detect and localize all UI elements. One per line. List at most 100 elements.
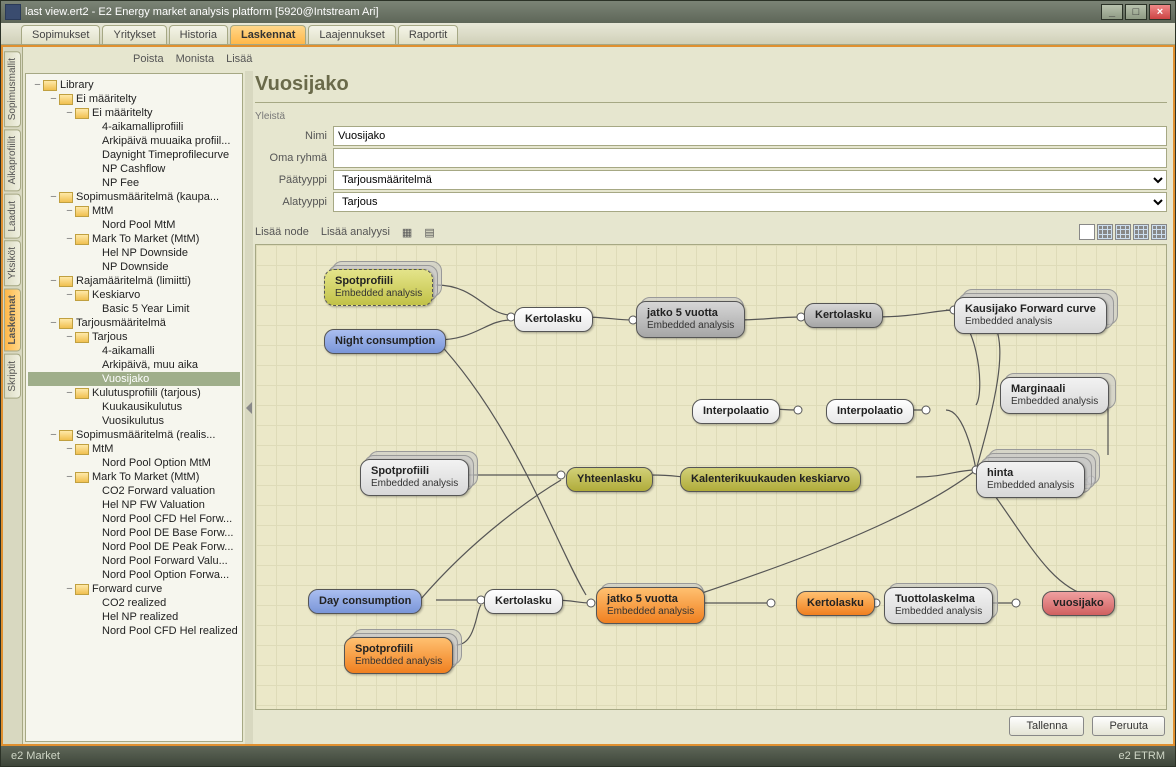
minimize-button[interactable]: _ (1101, 4, 1123, 20)
cancel-button[interactable]: Peruuta (1092, 716, 1165, 736)
close-button[interactable]: × (1149, 4, 1171, 20)
tree-item[interactable]: −Mark To Market (MtM) (28, 470, 240, 484)
node-kertolasku-4[interactable]: Kertolasku (796, 591, 875, 616)
tab-sopimukset[interactable]: Sopimukset (21, 25, 100, 44)
sidetab-sopimusmallit[interactable]: Sopimusmallit (4, 51, 21, 127)
nimi-input[interactable] (333, 126, 1167, 146)
diagram-canvas[interactable]: SpotprofiiliEmbedded analysis Night cons… (255, 244, 1167, 710)
tree-item[interactable]: −Keskiarvo (28, 288, 240, 302)
tree-item[interactable]: Hel NP Downside (28, 246, 240, 260)
maximize-button[interactable]: □ (1125, 4, 1147, 20)
sidetab-laadut[interactable]: Laadut (4, 194, 21, 239)
add-node[interactable]: Lisää node (255, 226, 309, 238)
tree-item[interactable]: 4-aikamalliprofiili (28, 120, 240, 134)
tree-panel[interactable]: −Library−Ei määritelty−Ei määritelty4-ai… (25, 73, 243, 742)
layout-5[interactable] (1151, 224, 1167, 240)
tree-item[interactable]: Nord Pool Option Forwa... (28, 568, 240, 582)
tree-item[interactable]: Daynight Timeprofilecurve (28, 148, 240, 162)
tree-item[interactable]: −Rajamääritelmä (limiitti) (28, 274, 240, 288)
tree-item[interactable]: Nord Pool DE Peak Forw... (28, 540, 240, 554)
node-vuosijako[interactable]: vuosijako (1042, 591, 1115, 616)
tree-item[interactable]: Vuosijako (28, 372, 240, 386)
alatyyppi-select[interactable]: Tarjous (333, 192, 1167, 212)
tab-raportit[interactable]: Raportit (398, 25, 459, 44)
omaryhma-label: Oma ryhmä (255, 152, 327, 164)
tree-item[interactable]: 4-aikamalli (28, 344, 240, 358)
save-button[interactable]: Tallenna (1009, 716, 1084, 736)
omaryhma-input[interactable] (333, 148, 1167, 168)
toolbar-icon-2[interactable]: ▤ (424, 226, 434, 239)
tree-item[interactable]: −Kulutusprofiili (tarjous) (28, 386, 240, 400)
node-interpolaatio-2[interactable]: Interpolaatio (826, 399, 914, 424)
tree-item[interactable]: Hel NP realized (28, 610, 240, 624)
node-kertolasku-2[interactable]: Kertolasku (804, 303, 883, 328)
tree-item[interactable]: −Sopimusmääritelmä (kaupa... (28, 190, 240, 204)
title-bar[interactable]: last view.ert2 - E2 Energy market analys… (1, 1, 1175, 23)
splitter[interactable] (245, 71, 253, 744)
tree-item[interactable]: Basic 5 Year Limit (28, 302, 240, 316)
toolbar-poista[interactable]: Poista (133, 53, 164, 65)
node-kausijako[interactable]: Kausijako Forward curveEmbedded analysis (954, 297, 1107, 334)
tree-item[interactable]: Nord Pool CFD Hel realized (28, 624, 240, 638)
tree-item[interactable]: −MtM (28, 204, 240, 218)
tree-item[interactable]: Nord Pool Forward Valu... (28, 554, 240, 568)
node-tuottolaskelma[interactable]: TuottolaskelmaEmbedded analysis (884, 587, 993, 624)
toolbar-lisaa[interactable]: Lisää (226, 53, 252, 65)
node-jatko-2[interactable]: jatko 5 vuottaEmbedded analysis (596, 587, 705, 624)
tree-item[interactable]: −Tarjousmääritelmä (28, 316, 240, 330)
tab-historia[interactable]: Historia (169, 25, 228, 44)
node-kertolasku-3[interactable]: Kertolasku (484, 589, 563, 614)
node-yhteenlasku[interactable]: Yhteenlasku (566, 467, 653, 492)
tree-item[interactable]: Nord Pool CFD Hel Forw... (28, 512, 240, 526)
sidetab-aikaprofiilit[interactable]: Aikaprofiilit (4, 129, 21, 191)
tab-yritykset[interactable]: Yritykset (102, 25, 166, 44)
toolbar-icon-1[interactable]: ▦ (402, 226, 412, 239)
sidetab-laskennat[interactable]: Laskennat (4, 288, 21, 351)
node-marginaali[interactable]: MarginaaliEmbedded analysis (1000, 377, 1109, 414)
tree-item[interactable]: Kuukausikulutus (28, 400, 240, 414)
sidetab-skriptit[interactable]: Skriptit (4, 354, 21, 399)
tree-item[interactable]: −Forward curve (28, 582, 240, 596)
tree-item[interactable]: Arkipäivä, muu aika (28, 358, 240, 372)
nimi-label: Nimi (255, 130, 327, 142)
sidetab-yksiköt[interactable]: Yksiköt (4, 240, 21, 286)
node-night-consumption[interactable]: Night consumption (324, 329, 446, 354)
node-spotprofiili-1[interactable]: SpotprofiiliEmbedded analysis (324, 269, 433, 306)
tree-item[interactable]: Arkipäivä muuaika profiil... (28, 134, 240, 148)
tree-item[interactable]: Nord Pool MtM (28, 218, 240, 232)
tree-item[interactable]: −Ei määritelty (28, 106, 240, 120)
tree-item[interactable]: CO2 realized (28, 596, 240, 610)
node-hinta[interactable]: hintaEmbedded analysis (976, 461, 1085, 498)
alatyyppi-label: Alatyyppi (255, 196, 327, 208)
tree-item[interactable]: NP Downside (28, 260, 240, 274)
tree-item[interactable]: Nord Pool DE Base Forw... (28, 526, 240, 540)
tree-item[interactable]: Hel NP FW Valuation (28, 498, 240, 512)
node-jatko-1[interactable]: jatko 5 vuottaEmbedded analysis (636, 301, 745, 338)
tree-item[interactable]: −Ei määritelty (28, 92, 240, 106)
tab-laajennukset[interactable]: Laajennukset (308, 25, 395, 44)
layout-4[interactable] (1133, 224, 1149, 240)
layout-3[interactable] (1115, 224, 1131, 240)
tree-item[interactable]: Vuosikulutus (28, 414, 240, 428)
toolbar-monista[interactable]: Monista (176, 53, 215, 65)
node-spotprofiili-3[interactable]: SpotprofiiliEmbedded analysis (344, 637, 453, 674)
layout-2[interactable] (1097, 224, 1113, 240)
tree-item[interactable]: Nord Pool Option MtM (28, 456, 240, 470)
node-kalenterikuukauden[interactable]: Kalenterikuukauden keskiarvo (680, 467, 861, 492)
node-interpolaatio-1[interactable]: Interpolaatio (692, 399, 780, 424)
tree-item[interactable]: NP Fee (28, 176, 240, 190)
tree-item[interactable]: CO2 Forward valuation (28, 484, 240, 498)
layout-1[interactable] (1079, 224, 1095, 240)
paatyyppi-select[interactable]: Tarjousmääritelmä (333, 170, 1167, 190)
tree-item[interactable]: −Tarjous (28, 330, 240, 344)
node-kertolasku-1[interactable]: Kertolasku (514, 307, 593, 332)
node-day-consumption[interactable]: Day consumption (308, 589, 422, 614)
tree-item[interactable]: −Mark To Market (MtM) (28, 232, 240, 246)
tree-item[interactable]: −Library (28, 78, 240, 92)
tree-item[interactable]: NP Cashflow (28, 162, 240, 176)
add-analysis[interactable]: Lisää analyysi (321, 226, 390, 238)
tree-item[interactable]: −Sopimusmääritelmä (realis... (28, 428, 240, 442)
tab-laskennat[interactable]: Laskennat (230, 25, 306, 44)
tree-item[interactable]: −MtM (28, 442, 240, 456)
node-spotprofiili-2[interactable]: SpotprofiiliEmbedded analysis (360, 459, 469, 496)
